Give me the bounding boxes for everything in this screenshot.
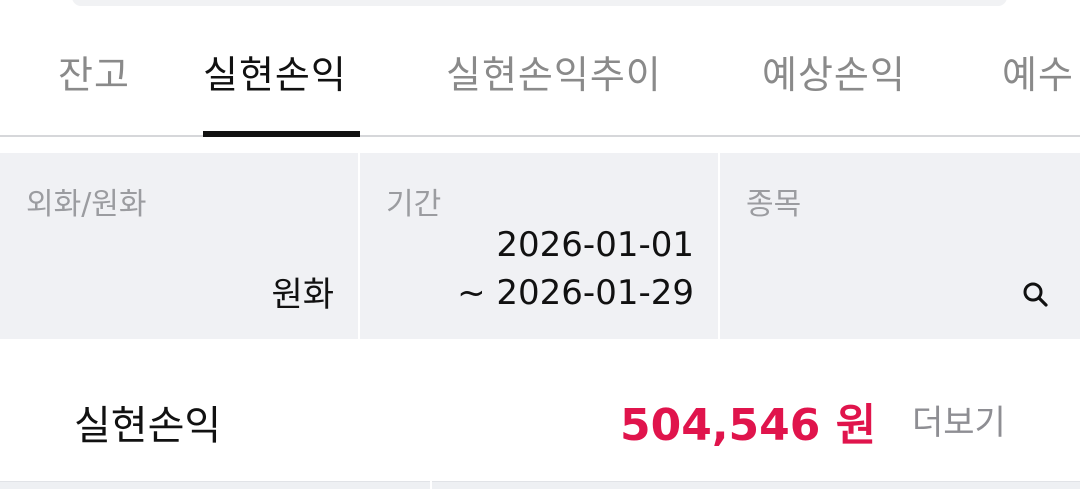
realized-pnl-value: 504,546 원 bbox=[620, 400, 877, 451]
tab-realized-pnl-trend[interactable]: 실현손익추이 bbox=[446, 44, 662, 99]
search-icon[interactable] bbox=[1022, 281, 1048, 307]
currency-filter-value: 원화 bbox=[271, 275, 334, 315]
filter-panel: 외화/원화 원화 기간 2026-01-01 ~ 2026-01-29 종목 bbox=[0, 153, 1080, 339]
period-end: ~ 2026-01-29 bbox=[457, 273, 694, 313]
stock-filter[interactable]: 종목 bbox=[720, 153, 1080, 339]
currency-filter-label: 외화/원화 bbox=[26, 187, 147, 222]
list-header-divider bbox=[430, 481, 432, 489]
list-header-edge bbox=[0, 481, 1080, 489]
currency-filter[interactable]: 외화/원화 원화 bbox=[0, 153, 358, 339]
summary-label: 실현손익 bbox=[74, 403, 222, 449]
tab-expected-pnl[interactable]: 예상손익 bbox=[762, 44, 906, 99]
tab-bar: 잔고 실현손익 실현손익추이 예상손익 예수 bbox=[0, 0, 1080, 137]
more-button[interactable]: 더보기 bbox=[912, 395, 1006, 444]
period-filter-label: 기간 bbox=[386, 187, 442, 222]
tab-deposit[interactable]: 예수 bbox=[1002, 44, 1074, 99]
active-tab-indicator bbox=[203, 131, 360, 137]
period-start: 2026-01-01 bbox=[496, 225, 694, 265]
realized-pnl-summary: 실현손익 504,546 원 더보기 bbox=[0, 339, 1080, 479]
tab-balance[interactable]: 잔고 bbox=[58, 44, 130, 99]
tab-realized-pnl[interactable]: 실현손익 bbox=[203, 44, 347, 99]
period-filter[interactable]: 기간 2026-01-01 ~ 2026-01-29 bbox=[360, 153, 718, 339]
stock-filter-label: 종목 bbox=[746, 187, 802, 222]
